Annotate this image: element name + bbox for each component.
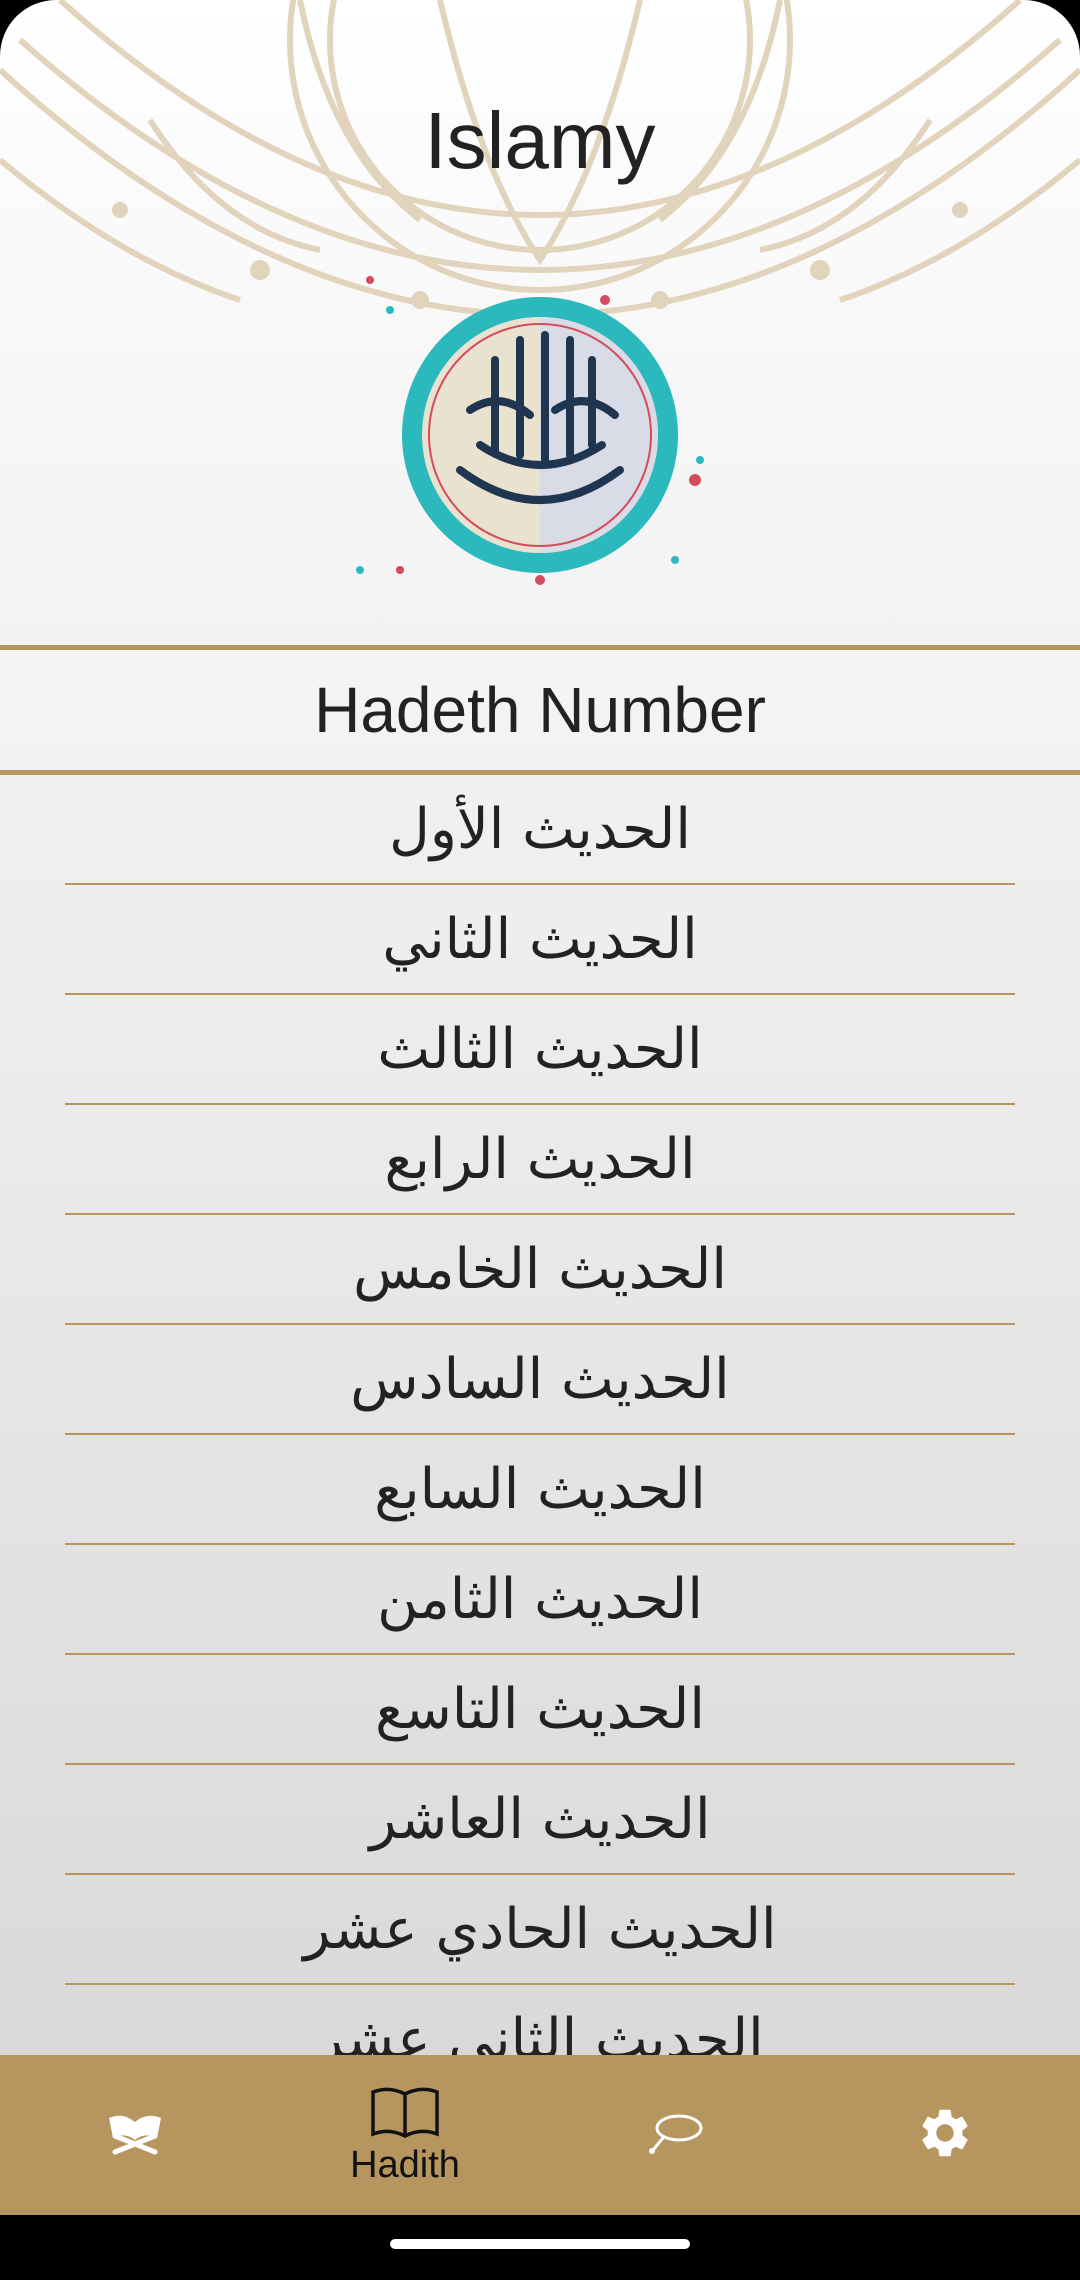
- book-icon: [371, 2087, 439, 2138]
- list-header: Hadeth Number: [0, 645, 1080, 775]
- nav-item-hadith[interactable]: Hadith: [305, 2055, 505, 2215]
- sebha-icon: [649, 2114, 703, 2154]
- hadith-list-item[interactable]: الحديث الثاني عشر: [65, 1985, 1015, 2056]
- bottom-navigation: Hadith: [0, 2055, 1080, 2215]
- hadith-list-item[interactable]: الحديث العاشر: [65, 1765, 1015, 1875]
- nav-item-quran[interactable]: [35, 2055, 235, 2215]
- hadith-list-item[interactable]: الحديث التاسع: [65, 1655, 1015, 1765]
- app-title: Islamy: [424, 96, 656, 185]
- hadith-list-item[interactable]: الحديث الخامس: [65, 1215, 1015, 1325]
- status-bar: [0, 0, 1080, 70]
- bismillah-logo: [356, 276, 704, 585]
- nav-item-sebha[interactable]: [575, 2055, 775, 2215]
- home-indicator[interactable]: [390, 2239, 690, 2249]
- hadith-list-item[interactable]: الحديث الحادي عشر: [65, 1875, 1015, 1985]
- hadith-list[interactable]: الحديث الأول الحديث الثاني الحديث الثالث ال…: [0, 775, 1080, 2055]
- app-screen: Islamy Hadeth Number الحديث الأول الحديث…: [0, 0, 1080, 2280]
- hadith-list-item[interactable]: الحديث الثالث: [65, 995, 1015, 1105]
- hadith-list-item[interactable]: الحديث الثامن: [65, 1545, 1015, 1655]
- gear-icon: [922, 2109, 968, 2157]
- nav-item-settings[interactable]: [845, 2055, 1045, 2215]
- hadith-list-item[interactable]: الحديث السابع: [65, 1435, 1015, 1545]
- hadith-list-item[interactable]: الحديث الثاني: [65, 885, 1015, 995]
- quran-icon: [109, 2115, 161, 2155]
- nav-label-hadith: Hadith: [350, 2143, 460, 2186]
- hadith-list-item[interactable]: الحديث السادس: [65, 1325, 1015, 1435]
- hadith-list-item[interactable]: الحديث الأول: [65, 775, 1015, 885]
- hadith-list-item[interactable]: الحديث الرابع: [65, 1105, 1015, 1215]
